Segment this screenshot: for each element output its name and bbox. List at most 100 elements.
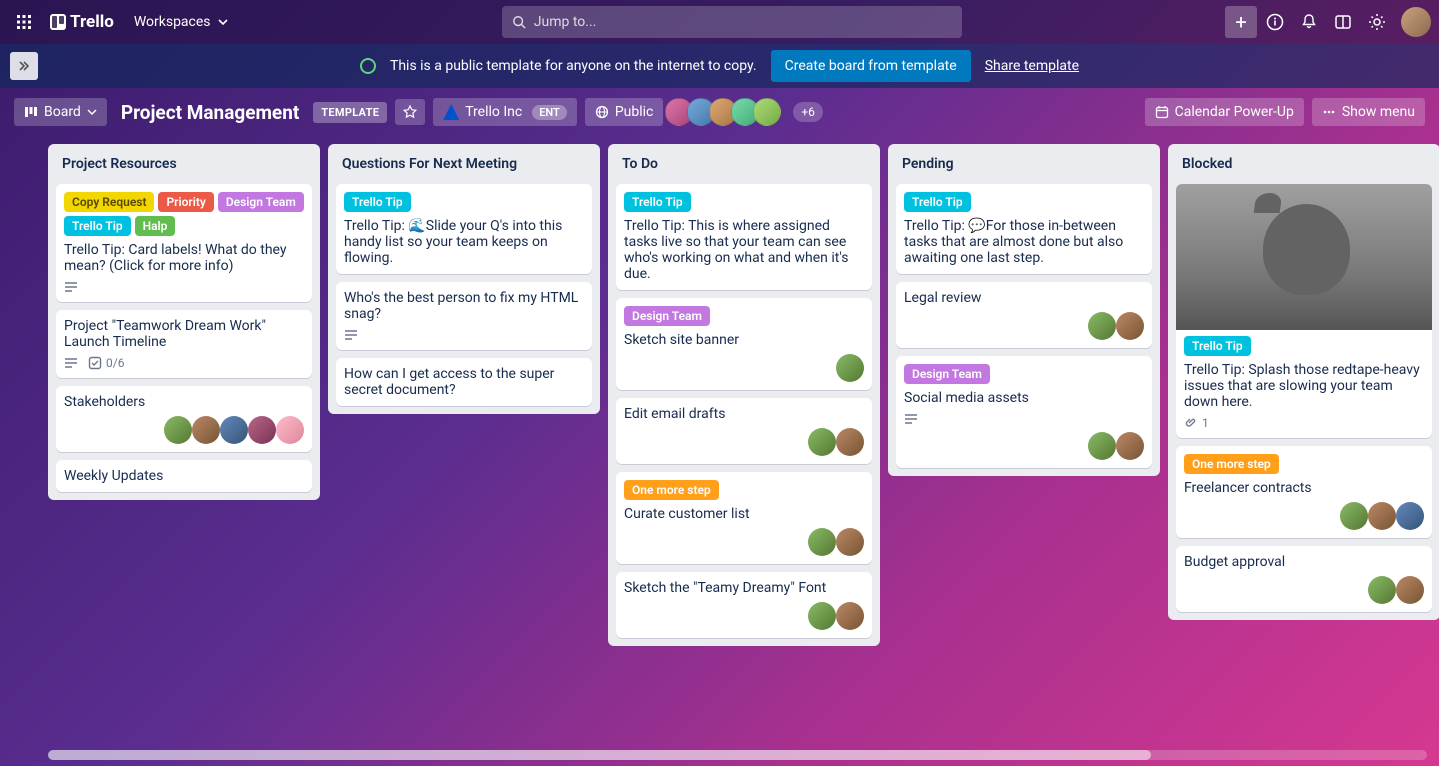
card[interactable]: Weekly Updates xyxy=(56,460,312,492)
list-title[interactable]: Questions For Next Meeting xyxy=(336,152,592,176)
card-text: Trello Tip: Card labels! What do they me… xyxy=(64,242,304,274)
card-badges xyxy=(904,412,1144,426)
share-template-link[interactable]: Share template xyxy=(985,58,1079,74)
description-badge xyxy=(904,412,918,426)
card-member-avatar[interactable] xyxy=(1396,576,1424,604)
card-member-avatar[interactable] xyxy=(836,602,864,630)
user-avatar[interactable] xyxy=(1401,7,1431,37)
label-trello-tip[interactable]: Trello Tip xyxy=(624,192,691,212)
card-member-avatar[interactable] xyxy=(808,602,836,630)
card-member-avatar[interactable] xyxy=(1340,502,1368,530)
card-badges: 0/6 xyxy=(64,356,304,370)
card[interactable]: Copy RequestPriorityDesign Team Trello Ti… xyxy=(56,184,312,302)
card-member-avatar[interactable] xyxy=(1368,502,1396,530)
visibility-button[interactable]: Public xyxy=(585,98,664,126)
card[interactable]: Trello TipTrello Tip: This is where assi… xyxy=(616,184,872,290)
expand-sidebar-button[interactable] xyxy=(10,52,38,80)
trello-logo[interactable]: Trello xyxy=(44,12,120,32)
list-title[interactable]: Project Resources xyxy=(56,152,312,176)
card[interactable]: Project "Teamwork Dream Work" Launch Tim… xyxy=(56,310,312,378)
search-placeholder: Jump to... xyxy=(534,14,597,30)
calendar-powerup-button[interactable]: Calendar Power-Up xyxy=(1145,98,1304,126)
card-member-avatar[interactable] xyxy=(276,416,304,444)
card-member-avatar[interactable] xyxy=(1088,432,1116,460)
workspaces-dropdown[interactable]: Workspaces xyxy=(124,8,239,36)
card-member-avatar[interactable] xyxy=(1116,432,1144,460)
notifications-button[interactable] xyxy=(1293,6,1325,38)
card[interactable]: One more stepFreelancer contracts xyxy=(1176,446,1432,538)
card-member-avatar[interactable] xyxy=(1396,502,1424,530)
card-text: Edit email drafts xyxy=(624,406,864,422)
info-button[interactable] xyxy=(1259,6,1291,38)
create-button[interactable]: + xyxy=(1225,6,1257,38)
card[interactable]: Budget approval xyxy=(1176,546,1432,612)
label-trello-tip[interactable]: Trello Tip xyxy=(64,216,131,236)
label-trello-tip[interactable]: Trello Tip xyxy=(904,192,971,212)
list-title[interactable]: Blocked xyxy=(1176,152,1432,176)
nav-right: + xyxy=(1225,6,1431,38)
view-switcher-button[interactable]: Board xyxy=(14,98,107,126)
label-one-more-step[interactable]: One more step xyxy=(1184,454,1279,474)
scrollbar-thumb[interactable] xyxy=(48,750,1151,760)
card-member-avatar[interactable] xyxy=(1088,312,1116,340)
label-one-more-step[interactable]: One more step xyxy=(624,480,719,500)
label-copy-request[interactable]: Copy Request xyxy=(64,192,154,212)
card[interactable]: Trello TipTrello Tip: 🌊Slide your Q's in… xyxy=(336,184,592,274)
card[interactable]: How can I get access to the super secret… xyxy=(336,358,592,406)
list-title[interactable]: Pending xyxy=(896,152,1152,176)
card-member-avatar[interactable] xyxy=(836,528,864,556)
card-member-avatar[interactable] xyxy=(808,428,836,456)
show-menu-button[interactable]: Show menu xyxy=(1312,98,1425,126)
card-members xyxy=(904,432,1144,460)
card[interactable]: Edit email drafts xyxy=(616,398,872,464)
board-members[interactable] xyxy=(671,98,781,126)
card-member-avatar[interactable] xyxy=(220,416,248,444)
boards-button[interactable] xyxy=(1327,6,1359,38)
star-icon xyxy=(403,105,417,119)
card[interactable]: Stakeholders xyxy=(56,386,312,452)
card-members xyxy=(624,428,864,456)
card[interactable]: Trello Tip Trello Tip: 💬For those in-betw… xyxy=(896,184,1152,274)
label-design-team[interactable]: Design Team xyxy=(624,306,710,326)
horizontal-scrollbar[interactable] xyxy=(48,750,1427,760)
card-member-avatar[interactable] xyxy=(248,416,276,444)
label-design-team[interactable]: Design Team xyxy=(904,364,990,384)
card-text: Trello Tip: 💬For those in-between tasks … xyxy=(904,218,1144,266)
card-member-avatar[interactable] xyxy=(1368,576,1396,604)
label-trello-tip[interactable]: Trello Tip xyxy=(344,192,411,212)
board-title[interactable]: Project Management xyxy=(115,101,305,124)
card-member-avatar[interactable] xyxy=(836,354,864,382)
member-avatar[interactable] xyxy=(753,98,781,126)
list-title[interactable]: To Do xyxy=(616,152,872,176)
star-button[interactable] xyxy=(395,99,425,125)
card-member-avatar[interactable] xyxy=(192,416,220,444)
card[interactable]: Design TeamSketch site banner xyxy=(616,298,872,390)
card-member-avatar[interactable] xyxy=(164,416,192,444)
label-halp[interactable]: Halp xyxy=(135,216,176,236)
card-member-avatar[interactable] xyxy=(808,528,836,556)
card-text: Curate customer list xyxy=(624,506,864,522)
settings-button[interactable] xyxy=(1361,6,1393,38)
board-canvas[interactable]: Project ResourcesCopy RequestPriorityDes… xyxy=(0,136,1439,766)
label-design-team[interactable]: Design Team xyxy=(218,192,304,212)
create-board-button[interactable]: Create board from template xyxy=(771,50,971,82)
search-input[interactable]: Jump to... xyxy=(502,6,962,38)
card[interactable]: Legal review xyxy=(896,282,1152,348)
card-member-avatar[interactable] xyxy=(836,428,864,456)
card[interactable]: One more step Curate customer list xyxy=(616,472,872,564)
label-trello-tip[interactable]: Trello Tip xyxy=(1184,336,1251,356)
card[interactable]: Design TeamSocial media assets xyxy=(896,356,1152,468)
template-badge: TEMPLATE xyxy=(313,102,387,123)
card[interactable]: Trello Tip Trello Tip: Splash those redta… xyxy=(1176,184,1432,438)
card-members xyxy=(904,312,1144,340)
label-priority[interactable]: Priority xyxy=(158,192,213,212)
workspace-button[interactable]: Trello Inc ENT xyxy=(433,98,577,126)
members-more-button[interactable]: +6 xyxy=(793,102,823,122)
top-navigation: Trello Workspaces Jump to... + xyxy=(0,0,1439,44)
card-member-avatar[interactable] xyxy=(1116,312,1144,340)
card[interactable]: Who's the best person to fix my HTML sna… xyxy=(336,282,592,350)
app-switcher-button[interactable] xyxy=(8,6,40,38)
list: Pending Trello Tip Trello Tip: 💬For those … xyxy=(888,144,1160,476)
card[interactable]: Sketch the "Teamy Dreamy" Font xyxy=(616,572,872,638)
card-text: Trello Tip: Splash those redtape-heavy i… xyxy=(1184,362,1424,410)
